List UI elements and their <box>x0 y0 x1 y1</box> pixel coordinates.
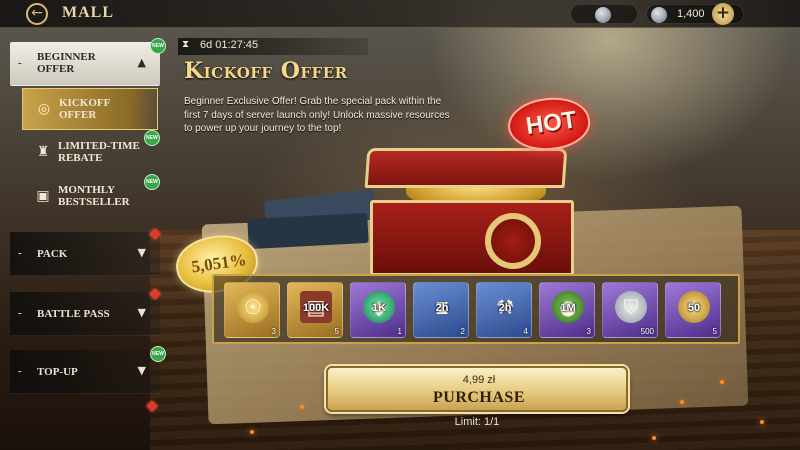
reward-item[interactable]: ⧗ 2h 2 <box>413 282 469 338</box>
silver-coin-icon <box>595 7 611 23</box>
reward-qty: 2 <box>460 327 465 336</box>
reward-amount: 50 <box>687 302 701 314</box>
ember <box>652 436 656 440</box>
chest-emblem <box>485 213 541 269</box>
reward-item[interactable]: ⚒ 2h 4 <box>476 282 532 338</box>
timer-text: 6d 01:27:45 <box>200 39 259 51</box>
category-label-line1: BEGINNER <box>37 51 96 63</box>
price-label: 4,99 zł <box>462 374 496 386</box>
resource-silver[interactable] <box>570 4 638 24</box>
new-badge: NEW <box>150 346 166 362</box>
sub-item-label: KICKOFF OFFER <box>59 97 110 121</box>
category-label-line2: OFFER <box>37 63 75 75</box>
purchase-label: PURCHASE <box>432 389 525 406</box>
new-badge: NEW <box>150 38 166 54</box>
reward-qty: 500 <box>640 327 654 336</box>
ember <box>680 400 684 404</box>
reward-item[interactable]: ▤ 100K 5 <box>287 282 343 338</box>
reward-amount: 2h <box>498 302 512 314</box>
category-beginner-offer[interactable]: - BEGINNER OFFER ▲ NEW <box>10 38 166 86</box>
sub-item-label: LIMITED-TIME REBATE <box>58 140 140 164</box>
reward-qty: 5 <box>334 327 339 336</box>
add-currency-button[interactable]: + <box>712 3 734 25</box>
category-label: BEGINNER OFFER <box>37 51 96 75</box>
sidebar-item-monthly-bestseller[interactable]: ▣ MONTHLY BESTSELLER NEW <box>22 174 160 218</box>
purchase-limit: Limit: 1/1 <box>454 416 500 428</box>
category-pack[interactable]: - PACK ▼ <box>10 228 161 276</box>
alert-dot <box>149 228 161 240</box>
sub-label-line2: REBATE <box>58 152 103 164</box>
back-button[interactable]: ← <box>26 3 48 25</box>
offer-description: Beginner Exclusive Offer! Grab the speci… <box>184 96 450 134</box>
reward-list: ☉ 3 ▤ 100K 5 ◆ 1K 1 ⧗ 2h 2 ⚒ 2h 4 ● 1M 3… <box>212 274 740 344</box>
reward-qty: 3 <box>586 327 591 336</box>
sub-label-line1: LIMITED-TIME <box>58 140 140 152</box>
category-battle-pass[interactable]: - BATTLE PASS ▼ <box>10 288 161 336</box>
offer-timer: ⧗ 6d 01:27:45 <box>178 38 368 55</box>
sidebar-item-limited-time-rebate[interactable]: ♜ LIMITED-TIME REBATE NEW <box>22 130 160 174</box>
collapse-dash: - <box>18 57 22 69</box>
ember <box>300 405 304 409</box>
sub-label-line1: MONTHLY <box>58 184 116 196</box>
back-arrow-icon: ← <box>31 5 43 21</box>
ember <box>720 380 724 384</box>
sub-label-line2: BESTSELLER <box>58 196 130 208</box>
ember <box>760 420 764 424</box>
chevron-up-icon: ▲ <box>137 56 146 69</box>
book-decoration <box>247 212 369 250</box>
shield-token-icon: ⛉ <box>615 291 647 323</box>
ember <box>250 430 254 434</box>
timer-icon: ⧗ <box>182 39 190 50</box>
chevron-down-icon: ▼ <box>137 246 146 259</box>
plus-icon: + <box>715 3 731 23</box>
reward-item[interactable]: ● 1M 3 <box>539 282 595 338</box>
collapse-dash: - <box>18 247 22 259</box>
sidebar: - BEGINNER OFFER ▲ NEW ◎ KICKOFF OFFER ♜… <box>0 36 166 450</box>
reward-item[interactable]: ✦ 50 5 <box>665 282 721 338</box>
treasure-chest-image <box>364 148 576 276</box>
reward-amount: 1M <box>560 302 576 314</box>
page-title: MALL <box>62 4 114 21</box>
crystal-count: 1,400 <box>677 8 705 20</box>
category-top-up[interactable]: - TOP-UP ▼ NEW <box>10 346 166 394</box>
reward-item[interactable]: ◆ 1K 1 <box>350 282 406 338</box>
gift-box-icon: ▣ <box>36 188 50 204</box>
chest-lid <box>364 148 568 188</box>
purchase-button[interactable]: 4,99 zł PURCHASE <box>326 366 628 412</box>
alert-dot <box>146 400 158 412</box>
reward-item[interactable]: ☉ 3 <box>224 282 280 338</box>
chest-body <box>370 200 574 276</box>
new-badge: NEW <box>144 130 160 146</box>
reward-qty: 4 <box>523 327 528 336</box>
hot-label: HOT <box>524 106 579 141</box>
alert-dot <box>149 288 161 300</box>
reward-qty: 3 <box>271 327 276 336</box>
chevron-down-icon: ▼ <box>137 364 146 377</box>
sub-item-label: MONTHLY BESTSELLER <box>58 184 130 208</box>
crystal-icon <box>651 7 667 23</box>
reward-amount: 100K <box>302 302 330 314</box>
offer-title: Kickoff Offer <box>184 58 348 84</box>
sub-label-line2: OFFER <box>59 109 97 121</box>
top-bar: ← MALL 1,400 + <box>0 0 800 28</box>
chevron-down-icon: ▼ <box>137 306 146 319</box>
category-label: BATTLE PASS <box>37 308 110 320</box>
new-badge: NEW <box>144 174 160 190</box>
reward-qty: 1 <box>397 327 402 336</box>
coin-icon: ◎ <box>37 101 51 117</box>
sidebar-item-kickoff-offer[interactable]: ◎ KICKOFF OFFER <box>22 88 158 130</box>
hat-icon: ♜ <box>36 144 50 160</box>
reward-item[interactable]: ⛉ 500 <box>602 282 658 338</box>
sub-label-line1: KICKOFF <box>59 97 111 109</box>
collapse-dash: - <box>18 307 22 319</box>
category-label: PACK <box>37 248 68 260</box>
reward-amount: 2h <box>435 302 449 314</box>
reward-qty: 5 <box>712 327 717 336</box>
category-label: TOP-UP <box>37 366 78 378</box>
collapse-dash: - <box>18 365 22 377</box>
gold-medal-icon: ☉ <box>237 291 269 323</box>
reward-amount: 1K <box>371 302 387 314</box>
